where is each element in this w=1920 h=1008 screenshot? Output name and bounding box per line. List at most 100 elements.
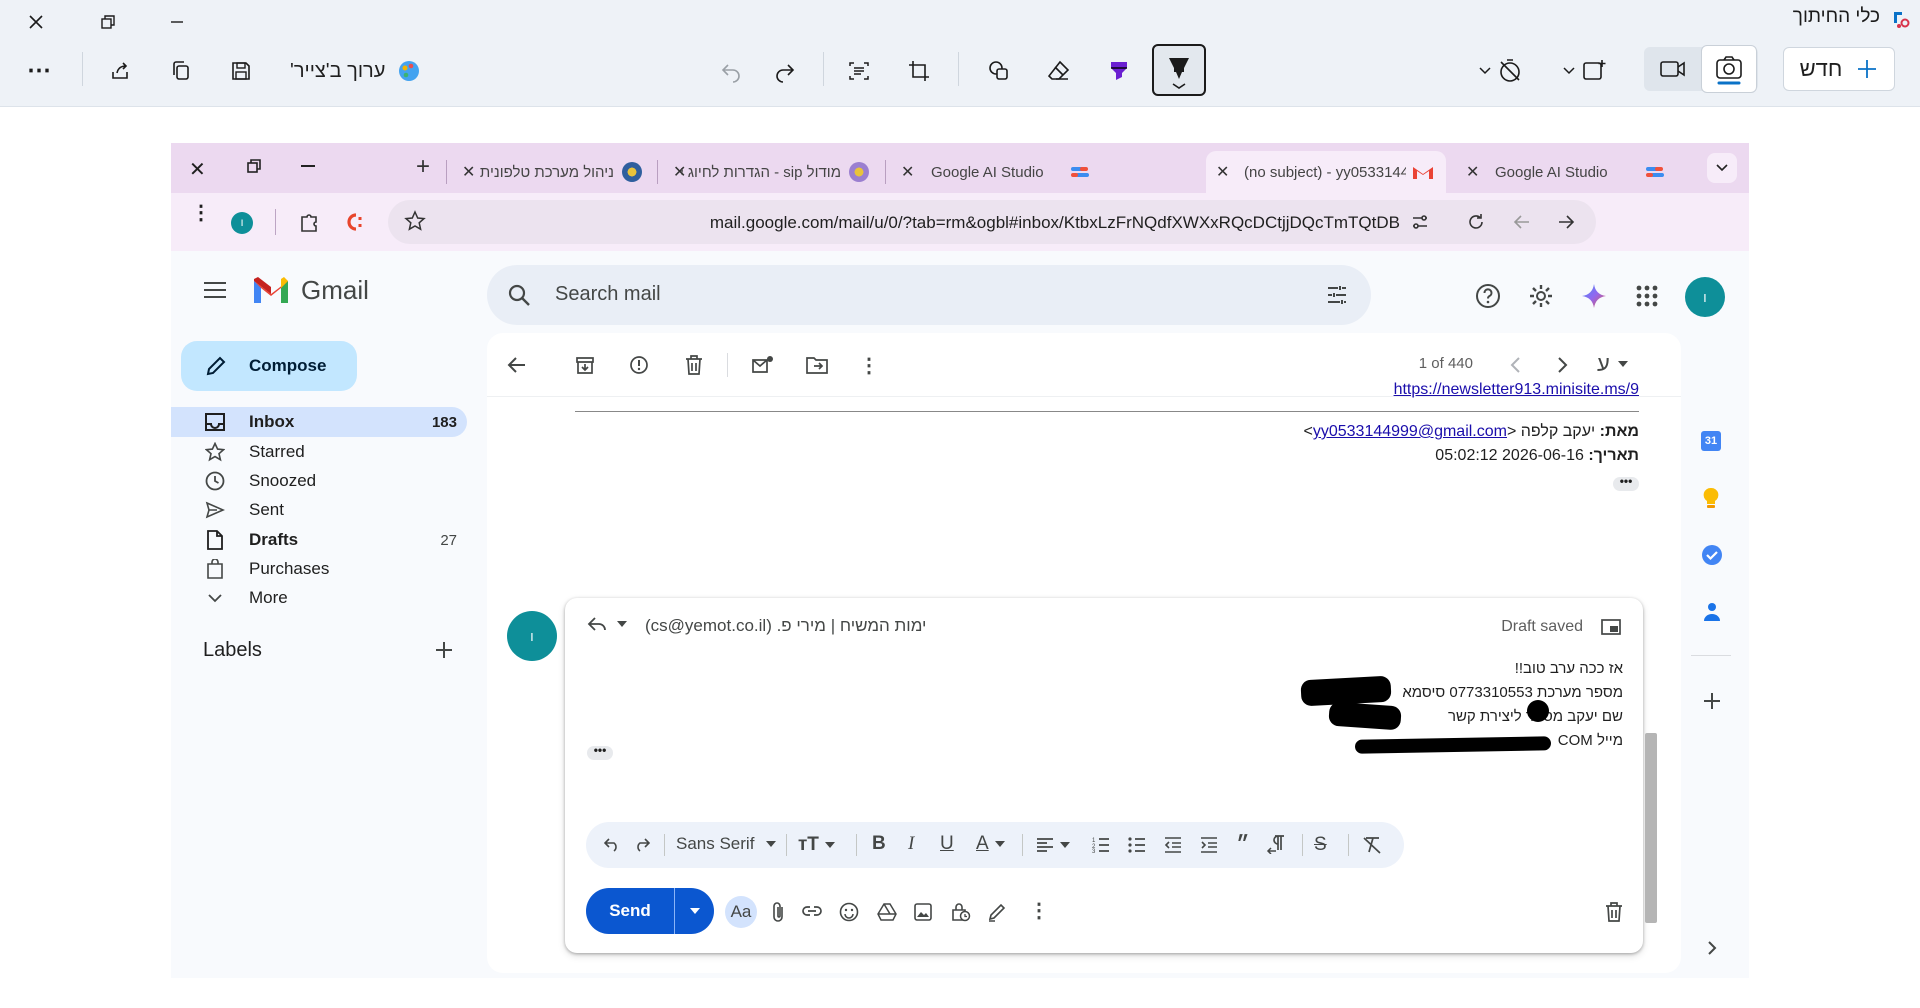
new-snip-button[interactable]: חדש (1783, 47, 1895, 91)
from-email-link[interactable]: yy0533144999@gmail.com (1313, 423, 1507, 440)
pen-button[interactable] (1152, 44, 1206, 96)
highlighter-button[interactable] (1104, 56, 1134, 86)
restore-browser-button[interactable] (246, 158, 262, 174)
see-more-button[interactable]: ⋯ (22, 56, 56, 84)
search-icon[interactable] (507, 283, 531, 307)
help-button[interactable] (1475, 283, 1501, 309)
save-button[interactable] (226, 56, 256, 86)
strikethrough-button[interactable]: S (1314, 834, 1327, 856)
account-avatar[interactable]: ו (1685, 277, 1725, 317)
eraser-button[interactable] (1044, 56, 1074, 86)
get-addons-button[interactable] (1702, 691, 1722, 711)
numbered-list-button[interactable]: 123 (1092, 837, 1110, 853)
restore-window-button[interactable] (94, 8, 122, 36)
font-family-select[interactable]: Sans Serif (676, 834, 777, 854)
back-to-inbox-button[interactable] (505, 353, 529, 377)
archive-button[interactable] (573, 353, 597, 377)
tab-close-icon[interactable]: ✕ (901, 162, 914, 182)
show-trimmed-button[interactable]: ••• (587, 744, 613, 760)
move-to-button[interactable] (805, 353, 829, 377)
tab-gmail-active[interactable]: ✕ (no subject) - yy0533144 (1206, 151, 1446, 193)
tab-sip-module[interactable]: ✕ מודול sip - הגדרות לחיוג ל (663, 151, 881, 193)
site-info-button[interactable] (1410, 212, 1430, 232)
older-button[interactable] (1551, 353, 1575, 377)
main-menu-button[interactable] (203, 281, 227, 299)
close-browser-button[interactable]: ✕ (189, 157, 206, 182)
formatting-options-button[interactable]: Aa (725, 896, 757, 928)
settings-button[interactable] (1528, 283, 1554, 309)
gemini-button[interactable] (1581, 283, 1607, 309)
reply-body[interactable]: אז ככה ערב טוב!! מספר מערכת 0773310553 ס… (1023, 660, 1623, 760)
gmail-logo-icon[interactable] (251, 275, 291, 305)
nav-sent[interactable]: Sent (171, 495, 467, 525)
tab-search-button[interactable] (1707, 153, 1737, 183)
send-button[interactable]: Send (586, 888, 674, 934)
text-direction-button[interactable] (1266, 834, 1288, 854)
reload-button[interactable] (1466, 212, 1486, 232)
scrollbar-thumb[interactable] (1645, 733, 1657, 923)
text-actions-button[interactable] (844, 56, 874, 86)
edit-in-paint-button[interactable]: ערוך ב'צייר' (290, 56, 421, 86)
screenshot-mode-button[interactable] (1701, 45, 1757, 93)
extensions-button[interactable] (299, 211, 321, 233)
profile-avatar[interactable]: ו (231, 212, 253, 234)
tab-ai-studio-1[interactable]: ✕ Google AI Studio (891, 151, 1101, 193)
nav-drafts[interactable]: Drafts 27 (171, 525, 467, 555)
remove-formatting-button[interactable] (1362, 836, 1382, 854)
delete-button[interactable] (682, 353, 706, 377)
font-size-button[interactable]: тT (798, 834, 835, 856)
snip-mode-dropdown[interactable] (1560, 54, 1610, 88)
mark-unread-button[interactable] (751, 353, 775, 377)
tasks-app-button[interactable] (1701, 544, 1723, 566)
tab-ai-studio-2[interactable]: ✕ Google AI Studio (1461, 151, 1676, 193)
pop-out-button[interactable] (1601, 618, 1621, 636)
share-button[interactable] (106, 56, 136, 86)
nav-purchases[interactable]: Purchases (171, 554, 467, 584)
nav-starred[interactable]: Starred (171, 437, 467, 467)
nav-more[interactable]: More (171, 583, 467, 613)
minimize-window-button[interactable] (163, 8, 191, 36)
delay-dropdown[interactable] (1476, 54, 1526, 88)
input-tools-button[interactable]: ע (1597, 351, 1628, 377)
insert-photo-button[interactable] (913, 902, 933, 922)
newsletter-link[interactable]: https://newsletter913.minisite.ms/9 (1394, 381, 1639, 399)
text-color-button[interactable]: A (976, 833, 1005, 855)
confidential-mode-button[interactable] (949, 900, 971, 922)
show-trimmed-button[interactable]: ••• (1613, 475, 1639, 491)
redo-button[interactable] (770, 56, 800, 86)
insert-emoji-button[interactable] (839, 902, 859, 922)
bookmark-star-button[interactable] (404, 210, 426, 232)
reply-type-button[interactable] (587, 616, 627, 632)
format-undo-button[interactable] (604, 836, 620, 852)
newer-button[interactable] (1503, 353, 1527, 377)
close-window-button[interactable] (22, 8, 50, 36)
tab-close-icon[interactable]: ✕ (1216, 162, 1229, 182)
recipients-field[interactable]: ימות המשיח | מירי פ. (cs@yemot.co.il) (645, 616, 926, 636)
more-options-button[interactable]: ⋮ (1029, 898, 1049, 923)
shapes-button[interactable] (984, 56, 1014, 86)
apps-button[interactable] (1636, 285, 1658, 307)
undo-button[interactable] (716, 56, 746, 86)
nav-inbox[interactable]: Inbox 183 (171, 407, 467, 437)
insert-signature-button[interactable] (987, 902, 1007, 922)
more-actions-button[interactable]: ⋮ (857, 353, 881, 377)
insert-drive-button[interactable] (877, 902, 897, 922)
crop-button[interactable] (904, 56, 934, 86)
search-input[interactable]: Search mail (555, 283, 661, 306)
italic-button[interactable]: I (908, 833, 914, 855)
expand-side-panel-button[interactable] (1707, 941, 1717, 955)
bold-button[interactable]: B (872, 833, 886, 855)
search-options-button[interactable] (1325, 283, 1349, 307)
extension-button[interactable] (343, 211, 365, 233)
underline-button[interactable]: U (940, 833, 954, 855)
forward-button[interactable] (1556, 212, 1576, 232)
indent-more-button[interactable] (1200, 837, 1218, 853)
indent-less-button[interactable] (1164, 837, 1182, 853)
minimize-browser-button[interactable] (301, 165, 315, 167)
record-mode-button[interactable] (1656, 54, 1690, 84)
create-label-button[interactable] (435, 641, 453, 659)
insert-link-button[interactable] (801, 904, 823, 918)
send-options-button[interactable] (675, 888, 714, 934)
contacts-app-button[interactable] (1702, 601, 1722, 623)
nav-snoozed[interactable]: Snoozed (171, 466, 467, 496)
